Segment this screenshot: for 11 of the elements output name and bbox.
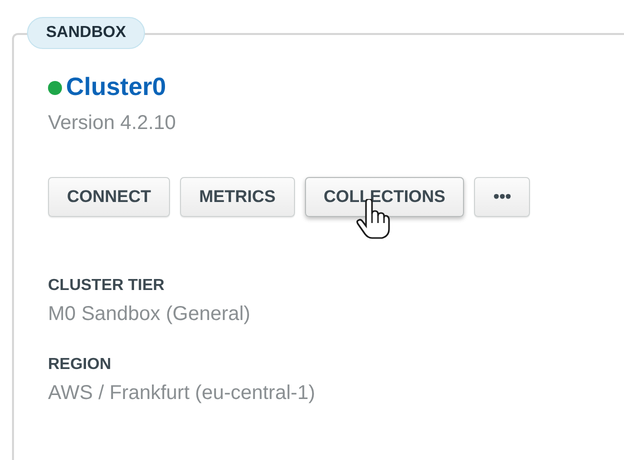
field-label: REGION bbox=[48, 356, 112, 374]
field-value: AWS / Frankfurt (eu-central-1) bbox=[48, 382, 316, 405]
action-button[interactable]: COLLECTIONS bbox=[304, 177, 464, 217]
more-button[interactable]: ••• bbox=[474, 177, 530, 217]
cluster-name-link[interactable]: Cluster0 bbox=[66, 73, 166, 102]
action-button[interactable]: METRICS bbox=[180, 177, 295, 217]
field-value: M0 Sandbox (General) bbox=[48, 303, 252, 326]
sandbox-badge: SANDBOX bbox=[27, 17, 146, 49]
version-text: Version 4.2.10 bbox=[48, 112, 177, 135]
field-label: CLUSTER TIER bbox=[48, 277, 166, 295]
action-button[interactable]: CONNECT bbox=[48, 177, 170, 217]
